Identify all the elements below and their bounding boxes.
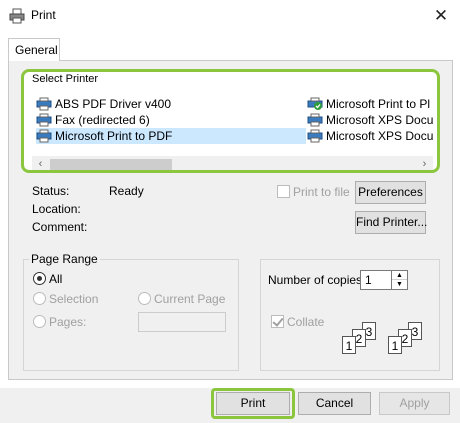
printer-icon [36, 129, 52, 143]
comment-label: Comment: [32, 220, 88, 234]
current-page-label: Current Page [154, 292, 226, 306]
printer-item[interactable]: Microsoft XPS Docu [307, 112, 433, 128]
collate-illustration-icon: 3 2 1 [386, 322, 428, 356]
collate-illustration-icon: 3 2 1 [340, 322, 382, 356]
collate-checkbox[interactable] [271, 315, 284, 328]
print-to-file-label: Print to file [293, 185, 350, 199]
printer-item[interactable]: Fax (redirected 6) [36, 112, 306, 128]
printer-name: Microsoft Print to Pl [326, 97, 431, 111]
title-bar: Print ✕ [0, 0, 460, 32]
printer-icon [307, 129, 323, 143]
current-page-radio[interactable] [138, 292, 151, 305]
printer-item[interactable]: Microsoft XPS Docu [307, 128, 433, 144]
horizontal-scrollbar[interactable]: ‹ › [32, 156, 433, 170]
default-printer-icon [307, 97, 323, 111]
select-printer-group: Select Printer ABS PDF Driver v400 Fax (… [21, 69, 440, 173]
scrollbar-thumb[interactable] [50, 159, 172, 170]
printer-icon [36, 97, 52, 111]
printer-list[interactable]: ABS PDF Driver v400 Fax (redirected 6) M… [34, 91, 433, 146]
spin-down-arrow-icon[interactable]: ▼ [392, 280, 407, 289]
location-label: Location: [32, 202, 81, 216]
pages-radio[interactable] [33, 315, 46, 328]
preferences-button[interactable]: Preferences [355, 181, 426, 204]
printer-item-default[interactable]: Microsoft Print to Pl [307, 96, 433, 112]
collate-label: Collate [287, 315, 325, 329]
copies-spinner[interactable]: ▲ ▼ [391, 270, 408, 290]
fax-icon [36, 113, 52, 127]
status-label: Status: [32, 184, 70, 198]
find-printer-button[interactable]: Find Printer... [355, 211, 427, 234]
selection-radio[interactable] [33, 292, 46, 305]
tab-general[interactable]: General [8, 38, 60, 61]
print-to-file-checkbox[interactable] [277, 185, 290, 198]
printer-icon [9, 8, 25, 24]
printer-icon [307, 113, 323, 127]
copies-input[interactable]: 1 [360, 270, 392, 290]
printer-name: ABS PDF Driver v400 [55, 97, 172, 111]
number-of-copies-label: Number of copies: [268, 273, 366, 287]
pages-input[interactable] [138, 312, 226, 332]
cancel-button[interactable]: Cancel [298, 392, 371, 415]
page-sheet: 1 [342, 336, 356, 354]
spin-up-arrow-icon[interactable]: ▲ [392, 271, 407, 280]
printer-name: Microsoft XPS Docu [326, 113, 433, 127]
pages-label: Pages: [49, 315, 87, 329]
printer-item[interactable]: ABS PDF Driver v400 [36, 96, 306, 112]
status-value: Ready [109, 184, 144, 198]
window-title: Print [31, 8, 56, 22]
scroll-left-arrow-icon[interactable]: ‹ [32, 156, 49, 170]
printer-name: Microsoft Print to PDF [55, 129, 173, 143]
all-label: All [49, 272, 63, 286]
select-printer-label: Select Printer [32, 73, 99, 85]
scroll-right-arrow-icon[interactable]: › [416, 156, 433, 170]
apply-button[interactable]: Apply [379, 392, 450, 415]
all-radio[interactable] [33, 272, 46, 285]
printer-name: Microsoft XPS Docu [326, 129, 433, 143]
printer-item-selected[interactable]: Microsoft Print to PDF [36, 128, 306, 144]
printer-name: Fax (redirected 6) [55, 113, 150, 127]
selection-label: Selection [49, 292, 99, 306]
close-button[interactable]: ✕ [428, 4, 454, 28]
page-sheet: 1 [388, 336, 402, 354]
page-range-label: Page Range [29, 252, 100, 266]
print-button-highlight [211, 388, 295, 419]
